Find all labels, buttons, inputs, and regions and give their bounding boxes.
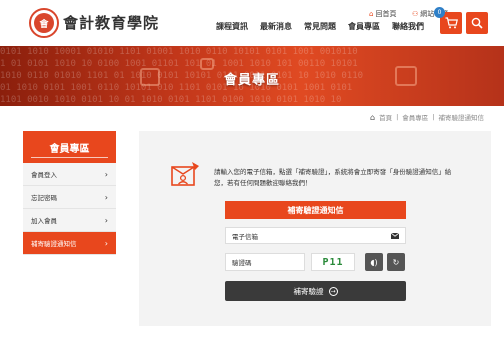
page-banner: 0101 1010 10001 01010 1101 01001 1010 01… (0, 46, 504, 106)
form-title: 補寄驗證通知信 (225, 201, 406, 219)
verification-mail-icon (171, 162, 199, 186)
verification-code-label: 驗證碼 (232, 259, 252, 267)
home-link-label: 回首頁 (375, 10, 397, 18)
captcha-text: P11 (322, 256, 344, 268)
main-panel: 請輸入您的電子信箱，點選「補寄驗證」，系統將會立即寄發「身份驗證通知信」給您，若… (139, 131, 491, 326)
email-field[interactable]: 電子信箱 (225, 227, 406, 244)
site-title[interactable]: 會計教育學院 (63, 12, 159, 33)
envelope-icon (391, 232, 399, 239)
sidebar-item-label: 會員登入 (31, 171, 57, 179)
nav-item-faq[interactable]: 常見問題 (304, 21, 336, 32)
chevron-right-icon: › (104, 238, 108, 248)
captcha-refresh-button[interactable]: ↻ (387, 253, 405, 271)
home-icon[interactable]: ⌂ (370, 113, 375, 122)
main-nav: 課程資訊 最新消息 常見問題 會員專區 聯絡我們 (216, 21, 424, 32)
nav-item-news[interactable]: 最新消息 (260, 21, 292, 32)
breadcrumb-item[interactable]: 會員專區 (402, 112, 428, 122)
sidebar-item-login[interactable]: 會員登入 › (23, 163, 116, 186)
logo[interactable]: 會 (29, 8, 59, 38)
sidebar: 會員專區 會員登入 › 忘記密碼 › 加入會員 › 補寄驗證通知信 › (23, 131, 116, 255)
sidebar-item-label: 補寄驗證通知信 (31, 240, 77, 248)
banner-title: 會員專區 (223, 73, 280, 88)
home-icon: ⌂ (369, 10, 374, 18)
cart-icon (445, 17, 458, 29)
chevron-right-icon: › (104, 215, 108, 225)
site-header: 會 會計教育學院 ⌂回首頁 ⚇網站導覽 課程資訊 最新消息 常見問題 會員專區 … (0, 0, 504, 46)
chevron-right-icon: › (104, 192, 108, 202)
page: 會 會計教育學院 ⌂回首頁 ⚇網站導覽 課程資訊 最新消息 常見問題 會員專區 … (0, 0, 504, 337)
arrow-right-icon: → (328, 286, 338, 296)
breadcrumb-item[interactable]: 首頁 (379, 112, 392, 122)
breadcrumb-separator: | (432, 113, 435, 121)
search-button[interactable] (466, 12, 488, 34)
chevron-right-icon: › (104, 169, 108, 179)
search-icon (471, 17, 483, 29)
sidebar-title: 會員專區 (23, 131, 116, 163)
sidebar-item-register[interactable]: 加入會員 › (23, 209, 116, 232)
speaker-icon: ◖) (370, 257, 378, 267)
email-field-label: 電子信箱 (232, 232, 258, 241)
breadcrumb-separator: | (396, 113, 399, 121)
sidebar-item-resend-verification[interactable]: 補寄驗證通知信 › (23, 232, 116, 255)
verification-code-field[interactable]: 驗證碼 (225, 253, 305, 271)
refresh-icon: ↻ (392, 257, 400, 267)
resend-verification-label: 補寄驗證 (293, 286, 324, 296)
resend-verification-button[interactable]: 補寄驗證 → (225, 281, 406, 301)
nav-item-contact[interactable]: 聯絡我們 (392, 21, 424, 32)
captcha-image: P11 (311, 253, 355, 271)
breadcrumb-current: 補寄驗證通知信 (438, 114, 484, 122)
sidebar-item-forgot-password[interactable]: 忘記密碼 › (23, 186, 116, 209)
home-link[interactable]: ⌂ 回首頁 (369, 9, 396, 19)
nav-item-courses[interactable]: 課程資訊 (216, 21, 248, 32)
sidebar-item-label: 忘記密碼 (31, 194, 57, 202)
cart-count-badge: 0 (434, 7, 445, 18)
nav-item-members[interactable]: 會員專區 (348, 21, 380, 32)
sidebar-item-label: 加入會員 (31, 217, 57, 225)
logo-mark: 會 (34, 13, 54, 33)
breadcrumb: ⌂ 首頁 | 會員專區 | 補寄驗證通知信 (370, 112, 484, 123)
captcha-audio-button[interactable]: ◖) (365, 253, 383, 271)
sitemap-icon: ⚇ (412, 10, 419, 18)
intro-text: 請輸入您的電子信箱，點選「補寄驗證」，系統將會立即寄發「身份驗證通知信」給您，若… (214, 168, 452, 187)
